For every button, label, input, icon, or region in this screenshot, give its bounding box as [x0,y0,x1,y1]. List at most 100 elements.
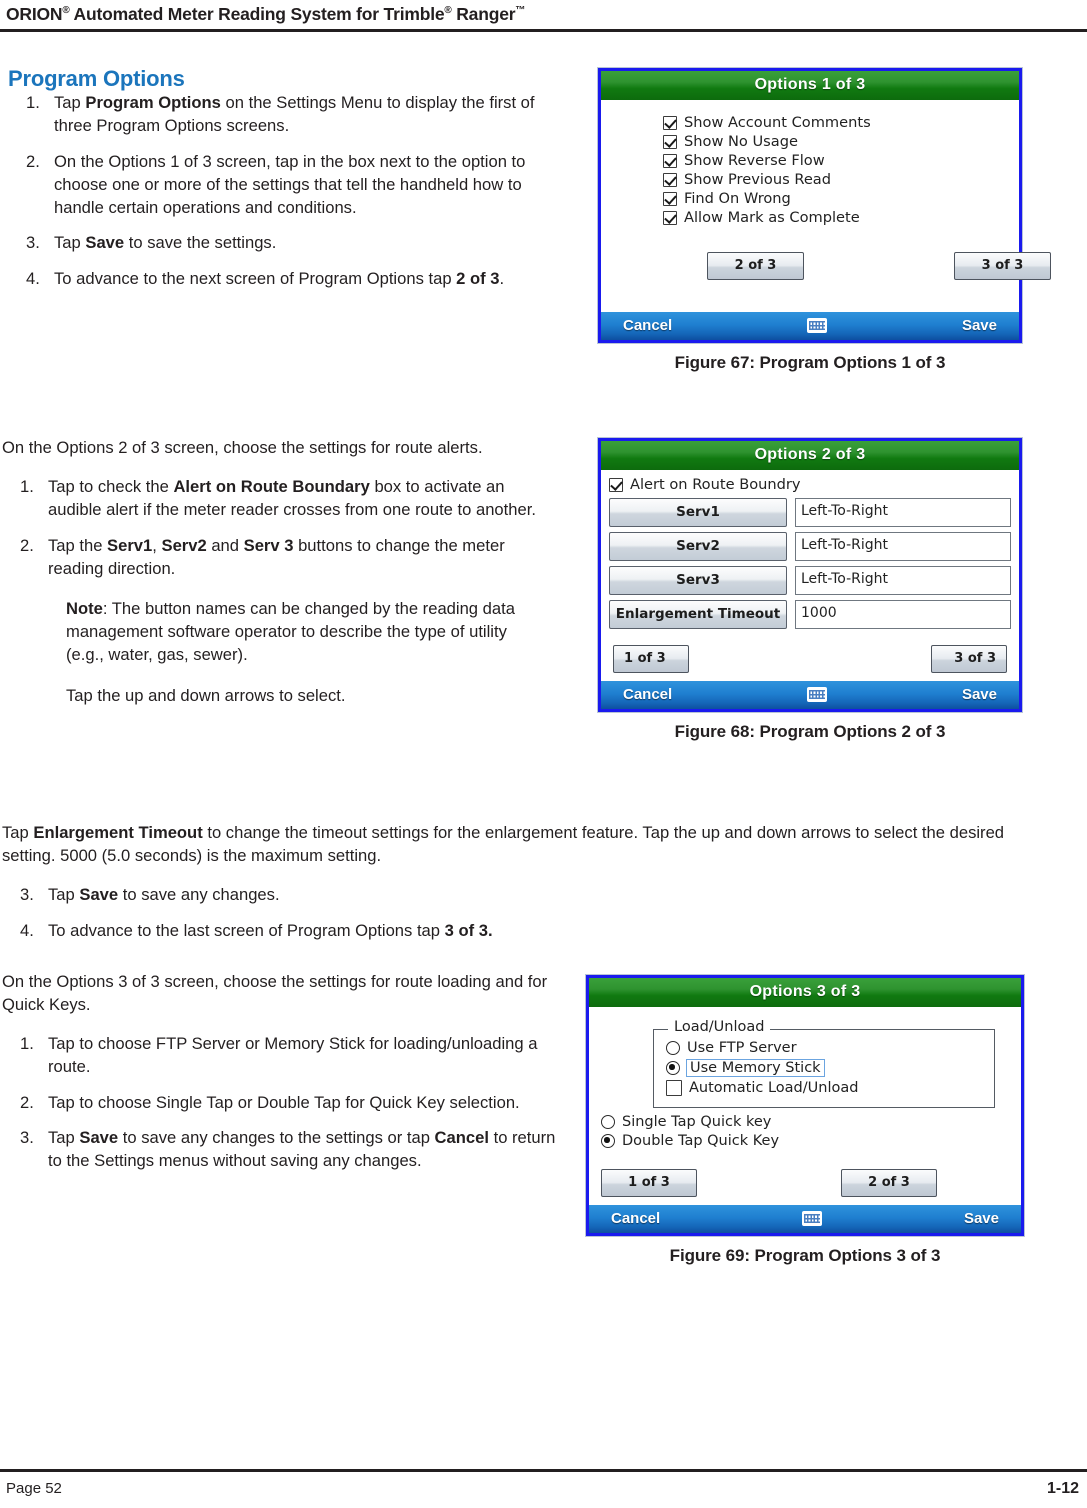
nav-button-left[interactable]: 1 of 3 [601,1169,697,1197]
registered-mark-icon: ® [444,5,452,17]
setting-button[interactable]: Serv2 [609,532,787,561]
list-item-number: 1. [20,476,34,496]
screen-footer: Cancel Save [601,312,1019,340]
page-footer: Page 52 1-12 [0,1469,1087,1508]
cancel-button[interactable]: Cancel [623,317,672,334]
program-options-section: Program Options 1. Tap Program Options on… [8,66,548,304]
radio-icon[interactable] [601,1115,615,1129]
radio-icon[interactable] [666,1061,680,1075]
enlargement-timeout-section: Tap Enlargement Timeout to change the ti… [2,822,1062,956]
alert-on-route-boundary-checkbox[interactable]: Alert on Route Boundry [609,476,1011,493]
list-item: 3. Tap Save to save any changes. [2,884,1062,907]
setting-button[interactable]: Serv1 [609,498,787,527]
nav-row: 1 of 3 2 of 3 [597,1169,1013,1201]
list-item-number: 3. [20,1128,34,1148]
list-item-text: Tap Program Options on the Settings Menu… [54,93,535,135]
nav-row: 2 of 3 3 of 3 [663,252,1051,284]
intro-paragraph: On the Options 2 of 3 screen, choose the… [2,438,483,457]
enlargement-paragraph: Tap Enlargement Timeout to change the ti… [2,823,1005,865]
screen-footer: Cancel Save [589,1205,1021,1233]
list-item-number: 2. [20,535,34,555]
checkbox-icon[interactable] [663,134,677,149]
save-button[interactable]: Save [964,1210,999,1227]
setting-value-field[interactable]: Left-To-Right [795,498,1011,527]
program-options-step-list: 1. Tap Program Options on the Settings Me… [8,92,548,291]
keyboard-icon[interactable] [807,687,828,702]
options2-step-list: 1. Tap to check the Alert on Route Bounda… [2,476,547,581]
list-item-text: Tap Save to save any changes. [48,884,280,904]
list-item: 3. Tap Save to save any changes to the se… [2,1127,557,1173]
figure-68: Options 2 of 3 Alert on Route Boundry Se… [598,438,1022,742]
cancel-button[interactable]: Cancel [623,686,672,703]
list-item: 3. Tap Save to save the settings. [8,232,548,255]
registered-mark-icon: ® [62,5,70,17]
checkbox-icon[interactable] [609,477,623,492]
checkbox-row[interactable]: Show Previous Read [663,171,1009,188]
radio-label: Use Memory Stick [686,1059,825,1077]
setting-value-field[interactable]: Left-To-Right [795,532,1011,561]
radio-row[interactable]: Double Tap Quick Key [601,1133,1013,1149]
document-title-middle: Automated Meter Reading System for Trimb… [69,4,445,24]
radio-icon[interactable] [601,1134,615,1148]
list-item: 2. Tap to choose Single Tap or Double Tap… [2,1092,557,1115]
list-item: 1. Tap to choose FTP Server or Memory Sti… [2,1033,557,1079]
nav-button-right[interactable]: 2 of 3 [841,1169,937,1197]
save-button[interactable]: Save [962,686,997,703]
checkbox-label: Show No Usage [684,133,798,150]
document-title-suffix: Ranger [451,4,516,24]
list-item: 4. To advance to the last screen of Progr… [2,920,1062,943]
radio-icon[interactable] [666,1041,680,1055]
checkbox-icon[interactable] [663,172,677,187]
keyboard-icon[interactable] [807,318,828,333]
checkbox-icon[interactable] [663,115,677,130]
radio-row[interactable]: Single Tap Quick key [601,1114,1013,1130]
checkbox-icon[interactable] [663,210,677,225]
checkbox-row[interactable]: Find On Wrong [663,190,1009,207]
checkbox-label: Find On Wrong [684,190,791,207]
nav-button-left[interactable]: 2 of 3 [707,252,804,280]
list-item: 2. Tap the Serv1, Serv2 and Serv 3 button… [2,535,547,581]
checkbox-row[interactable]: Show Account Comments [663,114,1009,131]
document-title: ORION® Automated Meter Reading System fo… [0,0,1087,29]
list-item-text: To advance to the last screen of Program… [48,920,493,940]
options2-intro-section: On the Options 2 of 3 screen, choose the… [2,437,547,708]
checkbox-row[interactable]: Show Reverse Flow [663,152,1009,169]
footer-row: Page 52 1-12 [0,1472,1087,1508]
setting-value-field[interactable]: 1000 [795,600,1011,629]
screen-title: Options 2 of 3 [601,441,1019,470]
nav-button-right[interactable]: 3 of 3 [931,645,1007,673]
list-item-number: 1. [20,1033,34,1053]
quick-key-options: Single Tap Quick key Double Tap Quick Key [601,1114,1013,1149]
list-item: 4. To advance to the next screen of Progr… [8,268,548,291]
setting-value-field[interactable]: Left-To-Right [795,566,1011,595]
list-item-text: Tap to choose FTP Server or Memory Stick… [48,1033,538,1076]
page-header: ORION® Automated Meter Reading System fo… [0,0,1087,32]
nav-button-left[interactable]: 1 of 3 [613,645,689,673]
keyboard-icon[interactable] [802,1211,823,1226]
setting-row: Enlargement Timeout 1000 [609,600,1011,629]
page-title: Program Options [8,66,185,91]
device-screen-options-3: Options 3 of 3 Load/Unload Use FTP Serve… [586,975,1024,1236]
setting-button[interactable]: Serv3 [609,566,787,595]
cancel-button[interactable]: Cancel [611,1210,660,1227]
header-divider [0,29,1087,32]
setting-row: Serv1 Left-To-Right [609,498,1011,527]
setting-button[interactable]: Enlargement Timeout [609,600,787,629]
radio-row[interactable]: Use FTP Server [666,1040,986,1056]
device-screen-options-2: Options 2 of 3 Alert on Route Boundry Se… [598,438,1022,712]
save-button[interactable]: Save [962,317,997,334]
checkbox-icon[interactable] [663,191,677,206]
list-item: 2. On the Options 1 of 3 screen, tap in t… [8,151,548,220]
checkbox-icon[interactable] [663,153,677,168]
radio-row[interactable]: Use Memory Stick [666,1059,986,1077]
checkbox-row[interactable]: Automatic Load/Unload [666,1080,986,1096]
checkbox-icon[interactable] [666,1080,682,1096]
options3-intro-section: On the Options 3 of 3 screen, choose the… [2,971,557,1186]
checkbox-row[interactable]: Show No Usage [663,133,1009,150]
checkbox-label: Automatic Load/Unload [689,1080,859,1096]
device-screen-options-1: Options 1 of 3 Show Account Comments Show… [598,68,1051,343]
list-item-number: 4. [20,920,34,940]
checkbox-row[interactable]: Allow Mark as Complete [663,209,1009,226]
nav-button-right[interactable]: 3 of 3 [954,252,1051,280]
load-unload-groupbox: Load/Unload Use FTP Server Use Memory Sti… [653,1019,995,1108]
